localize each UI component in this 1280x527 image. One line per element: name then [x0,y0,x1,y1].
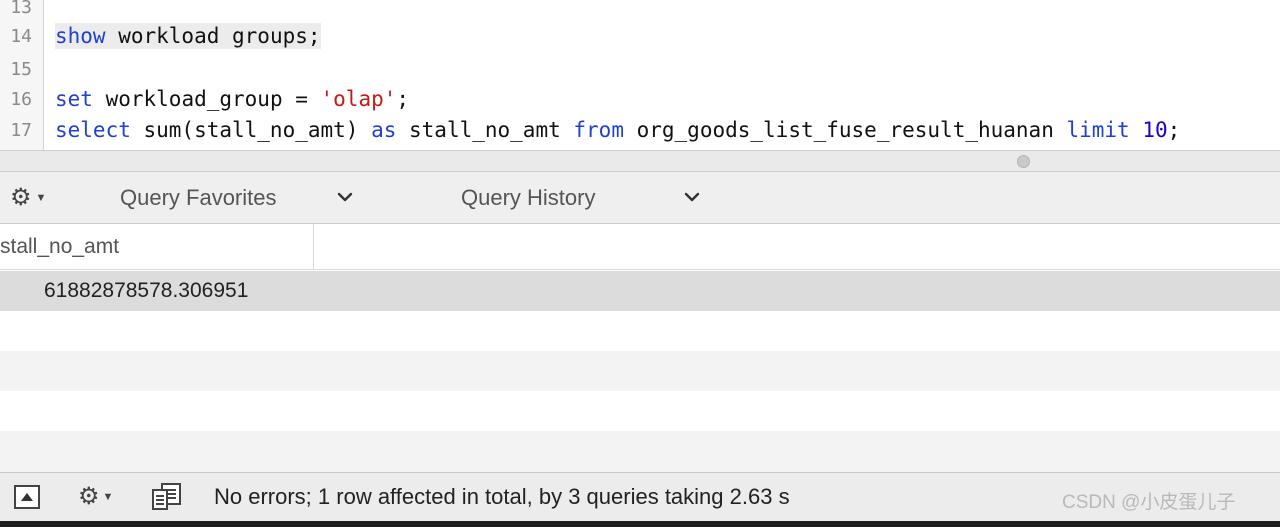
pane-splitter[interactable] [0,150,1280,172]
gear-icon: ⚙ [10,184,32,211]
table-cell[interactable]: 61882878578.306951 [44,271,248,311]
string-literal: 'olap' [320,87,397,111]
gear-menu-button[interactable]: ⚙ ▼ [10,185,56,211]
copy-results-icon[interactable] [150,482,184,512]
empty-row [0,391,1280,431]
empty-row [0,431,1280,472]
line-number-gutter: 13 14 15 16 17 [0,0,44,150]
results-grid[interactable]: stall_no_amt 61882878578.306951 [0,224,1280,472]
column-header-row: stall_no_amt [0,224,1280,270]
keyword: show [55,24,106,48]
chevron-down-icon[interactable] [336,188,354,206]
empty-row [0,351,1280,391]
line-number: 13 [10,0,32,18]
keyword: set [55,87,93,111]
splitter-handle[interactable] [1017,155,1030,168]
query-history-button[interactable]: Query History [461,184,595,212]
window-bottom-edge [0,521,1280,527]
column-header[interactable]: stall_no_amt [0,224,314,270]
table-row[interactable]: 61882878578.306951 [0,271,1280,311]
line-number: 16 [10,89,32,110]
status-message: No errors; 1 row affected in total, by 3… [214,484,790,509]
caret-down-icon: ▼ [35,192,47,204]
sql-editor[interactable]: 13 14 15 16 17 show workload groups; set… [0,0,1280,150]
code-line-14[interactable]: show workload groups; [55,23,321,49]
code-text: workload_group = [92,87,321,111]
code-line-16[interactable]: set workload_group = 'olap'; [55,86,409,112]
code-text: workload groups [105,24,308,48]
query-favorites-button[interactable]: Query Favorites [120,184,277,212]
code-line-17[interactable]: select sum(stall_no_amt) as stall_no_amt… [55,117,1180,143]
caret-down-icon: ▼ [102,491,114,503]
toggle-panel-icon[interactable] [14,485,40,509]
number-literal: 10 [1129,118,1168,142]
empty-row [0,311,1280,351]
line-number: 14 [10,26,32,47]
gear-icon: ⚙ [78,483,100,510]
code-text: stall_no_amt [396,118,574,142]
line-number: 15 [10,59,32,80]
chevron-down-icon[interactable] [683,188,701,206]
watermark: CSDN @小皮蛋儿子 [1062,492,1236,513]
keyword: limit [1066,118,1130,142]
code-text: ; [307,24,321,48]
line-number: 17 [10,120,32,141]
keyword: as [371,118,397,142]
query-toolbar: ⚙ ▼ Query Favorites Query History [0,172,1280,224]
code-text: ; [396,87,410,111]
code-text: sum(stall_no_amt) [130,118,372,142]
status-gear-menu-button[interactable]: ⚙ ▼ [78,484,113,510]
keyword: select [55,118,131,142]
keyword: from [573,118,624,142]
code-text: ; [1167,118,1181,142]
code-text: org_goods_list_fuse_result_huanan [623,118,1067,142]
